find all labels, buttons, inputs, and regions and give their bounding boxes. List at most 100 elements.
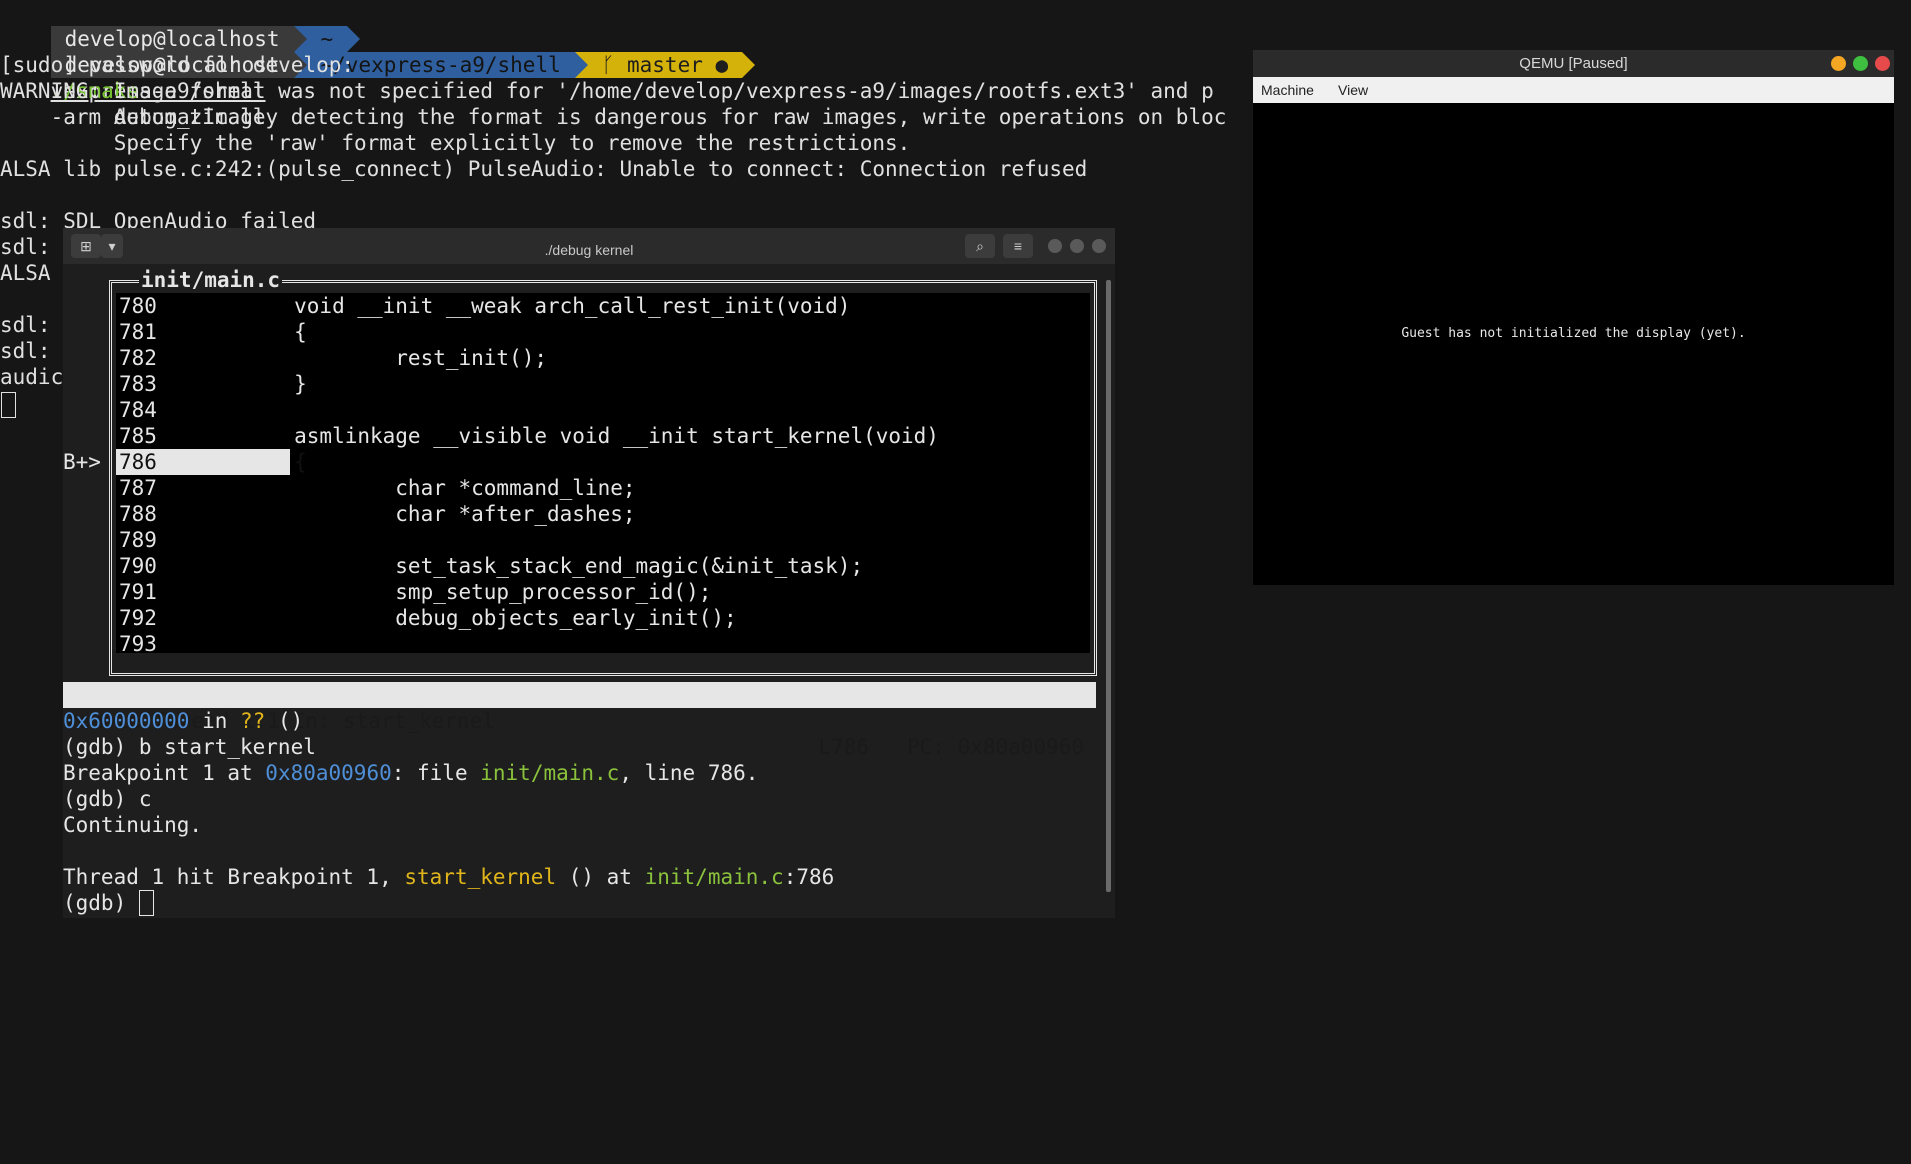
git-dirty-indicator: ● <box>715 53 729 77</box>
maximize-button[interactable] <box>1070 239 1084 253</box>
source-line: 792 debug_objects_early_init(); <box>116 605 737 631</box>
powerline-separator <box>574 52 588 78</box>
output-line: Automatically detecting the format is da… <box>0 105 1227 129</box>
line-number: 793 <box>119 632 157 656</box>
search-icon[interactable]: ⌕ <box>965 234 995 258</box>
line-code: char *after_dashes; <box>193 502 636 526</box>
line-code: void __init __weak arch_call_rest_init(v… <box>193 294 851 318</box>
line-number: 786 <box>119 450 157 474</box>
scrollbar[interactable] <box>1106 280 1111 892</box>
qemu-titlebar[interactable]: QEMU [Paused] <box>1253 50 1894 77</box>
maximize-button[interactable] <box>1853 56 1868 71</box>
output-line: ALSA lib pulse.c:242:(pulse_connect) Pul… <box>0 157 1088 181</box>
console-line: Breakpoint 1 at 0x80a00960: file init/ma… <box>63 760 758 786</box>
gdb-terminal-window[interactable]: ⊞ ▾ ./debug kernel ⌕ ≡ init/main.c B+> 7… <box>63 228 1115 918</box>
terminal-cursor <box>1 392 16 418</box>
source-line: 788 char *after_dashes; <box>116 501 636 527</box>
line-number: 781 <box>119 320 157 344</box>
line-code: smp_setup_processor_id(); <box>193 580 712 604</box>
source-line: 791 smp_setup_processor_id(); <box>116 579 711 605</box>
line-number: 784 <box>119 398 157 422</box>
output-line: ALSA <box>0 261 51 285</box>
line-number: 785 <box>119 424 157 448</box>
source-line: 789 <box>116 527 193 553</box>
console-text: Breakpoint 1 at <box>63 761 266 785</box>
status-pc-info: L786 PC: 0x80a00960 <box>818 735 1084 759</box>
output-line: WARNING: Image format was not specified … <box>0 79 1214 103</box>
gdb-status-bar: remote Thread 1.1 In: start_kernel L786 … <box>63 682 1096 759</box>
source-line: 780 void __init __weak arch_call_rest_in… <box>116 293 850 319</box>
output-line: audic <box>0 365 64 389</box>
console-line: Thread 1 hit Breakpoint 1, start_kernel … <box>63 864 834 890</box>
minimize-button[interactable] <box>1831 56 1846 71</box>
line-code: debug_objects_early_init(); <box>193 606 737 630</box>
line-number: 791 <box>119 580 157 604</box>
qemu-window[interactable]: QEMU [Paused] Machine View Guest has not… <box>1253 50 1894 585</box>
line-code: { <box>193 320 307 344</box>
prompt-git-segment: ᚴ master ● <box>587 52 743 78</box>
close-button[interactable] <box>1875 56 1890 71</box>
output-line: [sudo] password for develop: <box>0 53 355 77</box>
source-line: 782 rest_init(); <box>116 345 547 371</box>
output-line: sdl: <box>0 313 51 337</box>
source-file-title: init/main.c <box>139 267 283 293</box>
gdb-prompt: (gdb) <box>63 891 139 915</box>
guest-display-message: Guest has not initialized the display (y… <box>1401 326 1746 341</box>
window-title: ./debug kernel <box>544 242 634 258</box>
output-line: Specify the 'raw' format explicitly to r… <box>0 131 911 155</box>
console-text: , line 786. <box>619 761 759 785</box>
close-button[interactable] <box>1092 239 1106 253</box>
console-text: () at <box>556 865 645 889</box>
gdb-prompt-line[interactable]: (gdb) <box>63 890 154 916</box>
unknown-function: ?? <box>240 709 266 733</box>
source-line: 790 set_task_stack_end_magic(&init_task)… <box>116 553 863 579</box>
hamburger-menu-icon[interactable]: ≡ <box>1003 234 1033 258</box>
line-code: asmlinkage __visible void __init start_k… <box>193 424 939 448</box>
address: 0x60000000 <box>63 709 190 733</box>
window-title: QEMU [Paused] <box>1519 55 1628 72</box>
line-code: { <box>193 450 307 474</box>
line-code: set_task_stack_end_magic(&init_task); <box>193 554 864 578</box>
line-number: 788 <box>119 502 157 526</box>
console-line: 0x60000000 in ?? () <box>63 708 303 734</box>
source-line: 785 asmlinkage __visible void __init sta… <box>116 423 939 449</box>
gdb-titlebar[interactable]: ⊞ ▾ ./debug kernel ⌕ ≡ <box>63 228 1115 264</box>
gdb-cursor[interactable] <box>138 890 154 916</box>
line-number: 782 <box>119 346 157 370</box>
line-number: 787 <box>119 476 157 500</box>
line-number: 790 <box>119 554 157 578</box>
source-line: 784 <box>116 397 193 423</box>
console-text: :786 <box>783 865 835 889</box>
source-line-current: 786 { <box>116 449 307 475</box>
output-line: sdl: <box>0 339 51 363</box>
line-number: 792 <box>119 606 157 630</box>
console-line: Continuing. <box>63 813 203 837</box>
branch-icon: ᚴ <box>601 53 615 77</box>
file-path: init/main.c <box>480 761 620 785</box>
powerline-separator <box>742 52 756 78</box>
console-text: () <box>265 709 304 733</box>
console-line: (gdb) b start_kernel <box>63 735 316 759</box>
line-code: rest_init(); <box>193 346 548 370</box>
line-number: 789 <box>119 528 157 552</box>
source-line: 781 { <box>116 319 307 345</box>
console-line: (gdb) c <box>63 787 152 811</box>
line-number: 780 <box>119 294 157 318</box>
menu-view[interactable]: View <box>1338 82 1368 98</box>
function-name: start_kernel <box>404 865 557 889</box>
console-text: : file <box>391 761 481 785</box>
git-branch-name: master <box>627 53 703 77</box>
console-text: Thread 1 hit Breakpoint 1, <box>63 865 405 889</box>
menu-machine[interactable]: Machine <box>1261 82 1314 98</box>
breakpoint-marker: B+> <box>63 450 101 474</box>
line-code: } <box>193 372 307 396</box>
file-path: init/main.c <box>644 865 784 889</box>
line-number: 783 <box>119 372 157 396</box>
output-line: sdl: <box>0 235 51 259</box>
source-line: 793 <box>116 631 193 657</box>
prompt-line-2: develop@localhost ~/vexpress-a9/shell ᚴ ma… <box>0 26 756 129</box>
address: 0x80a00960 <box>265 761 392 785</box>
qemu-menubar: Machine View <box>1253 77 1894 103</box>
minimize-button[interactable] <box>1048 239 1062 253</box>
source-line: 787 char *command_line; <box>116 475 636 501</box>
